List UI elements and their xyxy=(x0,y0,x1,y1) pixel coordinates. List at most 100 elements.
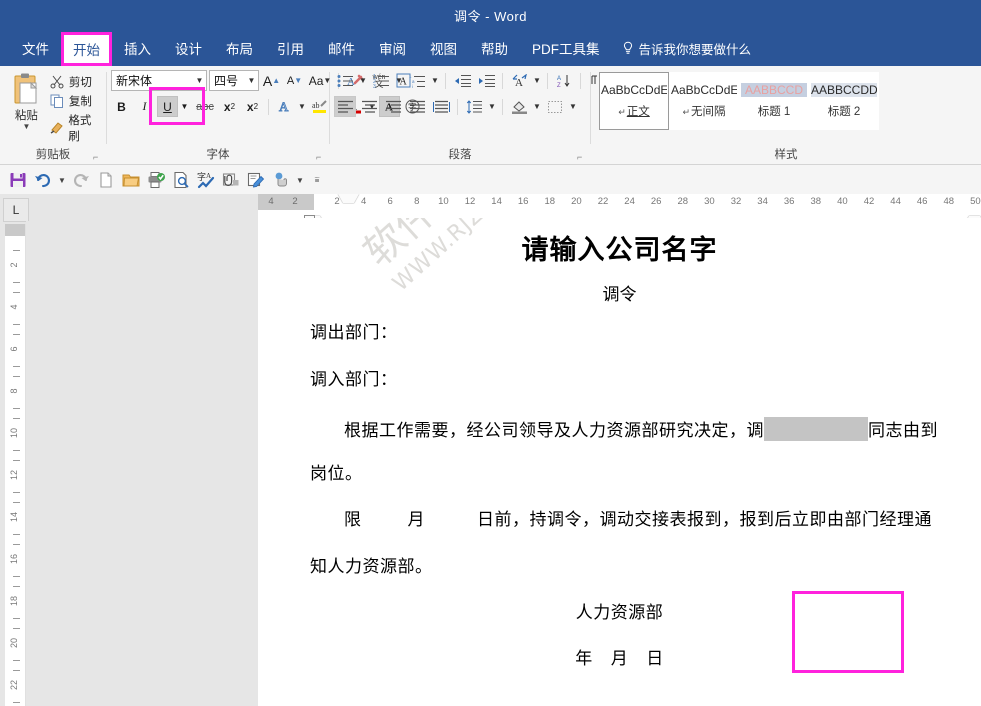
undo-dropdown[interactable]: ▼ xyxy=(56,168,68,192)
font-dialog-launcher[interactable]: ⌐ xyxy=(316,153,325,162)
style-name-text: 无间隔 xyxy=(691,106,726,118)
underline-control[interactable]: U ▼ xyxy=(157,96,191,117)
chevron-down-icon[interactable]: ▼ xyxy=(532,70,542,91)
print-preview-button[interactable] xyxy=(169,168,193,192)
font-name-combo[interactable]: 新宋体 ▼ xyxy=(111,70,207,91)
line-spacing-button[interactable] xyxy=(463,96,485,117)
chevron-down-icon[interactable]: ▼ xyxy=(394,70,404,91)
tab-selector-button[interactable]: L xyxy=(3,198,29,222)
print-button[interactable] xyxy=(144,168,168,192)
tab-review[interactable]: 审阅 xyxy=(367,30,418,66)
distribute-button[interactable] xyxy=(430,96,452,117)
clipboard-dialog-launcher[interactable]: ⌐ xyxy=(93,153,102,162)
style-heading-1[interactable]: AABBCCD 标题 1 xyxy=(739,72,809,130)
open-button[interactable] xyxy=(119,168,143,192)
chevron-down-icon[interactable]: ▼ xyxy=(430,70,440,91)
customize-toolbar-button[interactable]: ⩸ xyxy=(307,168,327,192)
ruler-number: 26 xyxy=(649,196,663,207)
ruler-tick xyxy=(13,492,20,493)
group-styles: AaBbCcDdE ↵正文 AaBbCcDdE ↵无间隔 AABBCCD 标题 … xyxy=(591,66,981,164)
highlight-button[interactable]: ab xyxy=(309,96,330,117)
redo-button[interactable] xyxy=(69,168,93,192)
bullets-button[interactable] xyxy=(334,70,356,91)
cut-button[interactable]: 剪切 xyxy=(49,74,102,90)
chevron-down-icon[interactable]: ▼ xyxy=(193,76,206,85)
tab-references[interactable]: 引用 xyxy=(265,30,316,66)
tell-me-box[interactable]: 告诉我你想要做什么 xyxy=(612,30,762,66)
subscript-button[interactable]: x2 xyxy=(219,96,240,117)
decrease-indent-icon xyxy=(454,74,471,88)
format-painter-button[interactable]: 格式刷 xyxy=(49,112,102,144)
align-right-button[interactable] xyxy=(382,96,404,117)
group-paragraph: ▼ 123 ▼ 1ai ▼ xyxy=(330,66,590,164)
paragraph-2-text-b: 日前，持调令，调动交接表报到，报到后立即由部门经理通 xyxy=(477,510,932,530)
asian-layout-button[interactable]: A xyxy=(508,70,530,91)
align-left-button[interactable] xyxy=(334,96,356,117)
underline-button[interactable]: U xyxy=(157,96,178,117)
superscript-button[interactable]: x2 xyxy=(242,96,263,117)
ruler-number: 44 xyxy=(889,196,903,207)
navigation-pane[interactable] xyxy=(26,221,258,706)
justify-button[interactable] xyxy=(406,96,428,117)
chevron-down-icon[interactable]: ▼ xyxy=(568,96,578,117)
shrink-font-button[interactable]: A▼ xyxy=(284,70,305,91)
underline-dropdown[interactable]: ▼ xyxy=(178,96,191,117)
ruler-tick xyxy=(13,460,20,461)
selected-text-block[interactable] xyxy=(764,417,868,441)
edit-button[interactable] xyxy=(244,168,268,192)
ruler-tick xyxy=(13,618,20,619)
tab-pdf-tools[interactable]: PDF工具集 xyxy=(520,30,612,66)
tab-file[interactable]: 文件 xyxy=(10,30,61,66)
paste-button[interactable]: 粘贴 ▼ xyxy=(4,70,49,130)
grow-font-button[interactable]: A▲ xyxy=(261,70,282,91)
save-button[interactable] xyxy=(6,168,30,192)
chevron-down-icon[interactable]: ▼ xyxy=(245,76,258,85)
paragraph-2-text-a: 限 xyxy=(344,510,362,530)
chevron-down-icon[interactable]: ▼ xyxy=(532,96,542,117)
font-size-combo[interactable]: 四号 ▼ xyxy=(209,70,259,91)
document-page[interactable]: 软件自学网 WWW.RJZXW.COM 请输入公司名字 调令 调出部门： 调入部… xyxy=(258,218,981,706)
italic-label: I xyxy=(143,99,147,114)
tab-insert[interactable]: 插入 xyxy=(112,30,163,66)
tell-me-label: 告诉我你想要做什么 xyxy=(639,39,752,58)
shading-button[interactable] xyxy=(508,96,530,117)
multilevel-list-button[interactable]: 1ai xyxy=(406,70,428,91)
align-center-button[interactable] xyxy=(358,96,380,117)
paragraph-dialog-launcher[interactable]: ⌐ xyxy=(577,153,586,162)
ruler-number: 20 xyxy=(569,196,583,207)
touch-mode-dropdown[interactable]: ▼ xyxy=(294,168,306,192)
attach-button[interactable] xyxy=(219,168,243,192)
numbering-button[interactable]: 123 xyxy=(370,70,392,91)
chevron-down-icon[interactable]: ▼ xyxy=(487,96,497,117)
document-body[interactable]: 请输入公司名字 调令 调出部门： 调入部门： 根据工作需要，经公司领导及人力资源… xyxy=(258,218,981,706)
horizontal-ruler[interactable]: 4224681012141618202224262830323436384042… xyxy=(258,194,981,219)
undo-button[interactable] xyxy=(31,168,55,192)
text-effects-button[interactable]: A xyxy=(274,96,295,117)
tab-layout[interactable]: 布局 xyxy=(214,30,265,66)
style-heading-2[interactable]: AABBCCDD 标题 2 xyxy=(809,72,879,130)
chevron-down-icon[interactable]: ▼ xyxy=(297,96,307,117)
italic-button[interactable]: I xyxy=(134,96,155,117)
strikethrough-button[interactable]: abc xyxy=(193,96,217,117)
chevron-down-icon[interactable]: ▼ xyxy=(358,70,368,91)
borders-button[interactable] xyxy=(544,96,566,117)
copy-button[interactable]: 复制 xyxy=(49,93,102,109)
style-no-spacing[interactable]: AaBbCcDdE ↵无间隔 xyxy=(669,72,739,130)
tab-home[interactable]: 开始 xyxy=(61,32,112,66)
decrease-indent-button[interactable] xyxy=(451,70,473,91)
vertical-ruler[interactable]: 246810121416182022 xyxy=(5,224,26,706)
new-document-button[interactable] xyxy=(94,168,118,192)
tab-design[interactable]: 设计 xyxy=(163,30,214,66)
style-normal[interactable]: AaBbCcDdE ↵正文 xyxy=(599,72,669,130)
tab-help[interactable]: 帮助 xyxy=(469,30,520,66)
bold-button[interactable]: B xyxy=(111,96,132,117)
tab-mailings[interactable]: 邮件 xyxy=(316,30,367,66)
touch-mode-button[interactable] xyxy=(269,168,293,192)
style-label: 标题 2 xyxy=(828,103,861,119)
increase-indent-button[interactable] xyxy=(475,70,497,91)
spelling-button[interactable]: 字A xyxy=(194,168,218,192)
chevron-down-icon[interactable]: ▼ xyxy=(22,124,30,130)
grow-font-label: A xyxy=(263,73,272,89)
sort-button[interactable]: AZ xyxy=(553,70,575,91)
tab-view[interactable]: 视图 xyxy=(418,30,469,66)
